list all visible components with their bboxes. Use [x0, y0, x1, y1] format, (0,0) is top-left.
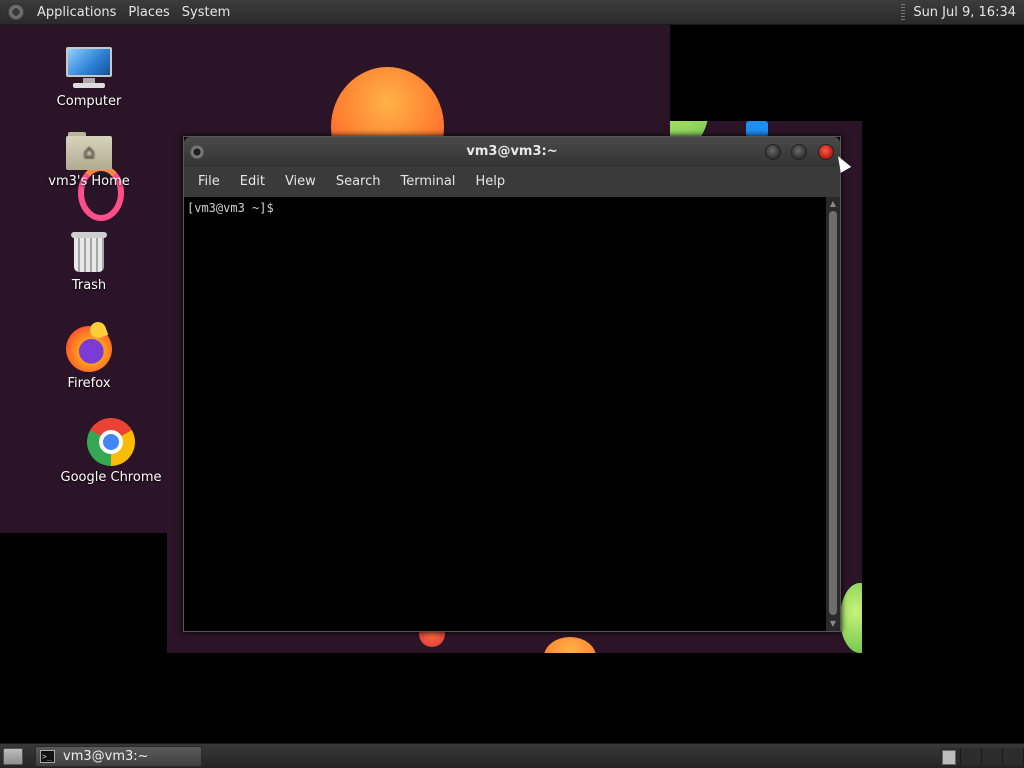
panel-grip-handle[interactable]	[901, 3, 906, 22]
menu-help[interactable]: Help	[465, 167, 515, 197]
desktop-icon-firefox[interactable]: Firefox	[48, 319, 130, 391]
wallpaper-orange-shape-small	[544, 637, 596, 653]
wallpaper-green-shape-lower	[840, 583, 862, 653]
desktop-icon-label: Computer	[56, 94, 122, 109]
scroll-up-icon[interactable]: ▲	[828, 199, 838, 209]
terminal-menubar: File Edit View Search Terminal Help	[184, 167, 840, 197]
workspace-3[interactable]	[982, 748, 1003, 765]
desktop-icon-home[interactable]: ⌂ vm3's Home	[44, 130, 134, 189]
menu-search[interactable]: Search	[326, 167, 391, 197]
taskbar-button-label: vm3@vm3:~	[63, 749, 149, 764]
terminal-output[interactable]: [vm3@vm3 ~]$	[184, 197, 826, 631]
clock[interactable]: Sun Jul 9, 16:34	[913, 5, 1024, 20]
trash-icon	[71, 230, 107, 274]
desktop-icon-label: Google Chrome	[60, 470, 162, 485]
desktop-icon-chrome[interactable]: Google Chrome	[58, 418, 164, 485]
minimize-button[interactable]	[765, 144, 781, 160]
desktop-icon-trash[interactable]: Trash	[48, 230, 130, 293]
bottom-panel: >_ vm3@vm3:~	[0, 743, 1024, 768]
workspace-switcher	[940, 748, 1024, 765]
scrollbar-thumb[interactable]	[829, 211, 837, 615]
chrome-icon	[87, 418, 135, 466]
terminal-icon: >_	[40, 750, 55, 763]
workspace-1[interactable]	[940, 748, 961, 765]
shell-prompt: [vm3@vm3 ~]$	[187, 201, 274, 215]
distro-logo-icon[interactable]	[7, 3, 25, 21]
taskbar-button-terminal[interactable]: >_ vm3@vm3:~	[35, 746, 202, 767]
applications-menu[interactable]: Applications	[31, 0, 122, 25]
workspace-4[interactable]	[1003, 748, 1024, 765]
system-menu[interactable]: System	[176, 0, 236, 25]
home-folder-icon: ⌂	[66, 130, 112, 170]
close-button[interactable]	[818, 144, 834, 160]
show-desktop-icon[interactable]	[3, 748, 23, 765]
menu-terminal[interactable]: Terminal	[390, 167, 465, 197]
desktop-icon-computer[interactable]: Computer	[48, 46, 130, 109]
workspace-2[interactable]	[961, 748, 982, 765]
top-panel-tray: Sun Jul 9, 16:34	[901, 0, 1024, 25]
window-titlebar[interactable]: vm3@vm3:~	[184, 137, 840, 167]
terminal-window: vm3@vm3:~ File Edit View Search Terminal…	[183, 136, 841, 632]
scroll-down-icon[interactable]: ▼	[828, 619, 838, 629]
desktop-icon-label: vm3's Home	[48, 174, 130, 189]
top-panel: Applications Places System Sun Jul 9, 16…	[0, 0, 1024, 25]
places-menu[interactable]: Places	[122, 0, 175, 25]
menu-edit[interactable]: Edit	[230, 167, 275, 197]
computer-icon	[65, 46, 113, 90]
window-title: vm3@vm3:~	[466, 144, 558, 159]
desktop-icon-label: Trash	[71, 278, 107, 293]
menu-file[interactable]: File	[188, 167, 230, 197]
desktop-icon-label: Firefox	[67, 376, 111, 391]
maximize-button[interactable]	[791, 144, 807, 160]
terminal-scrollbar[interactable]: ▲ ▼	[826, 197, 840, 631]
menu-view[interactable]: View	[275, 167, 326, 197]
firefox-icon	[66, 319, 112, 372]
wallpaper-blue-shape	[746, 121, 768, 137]
